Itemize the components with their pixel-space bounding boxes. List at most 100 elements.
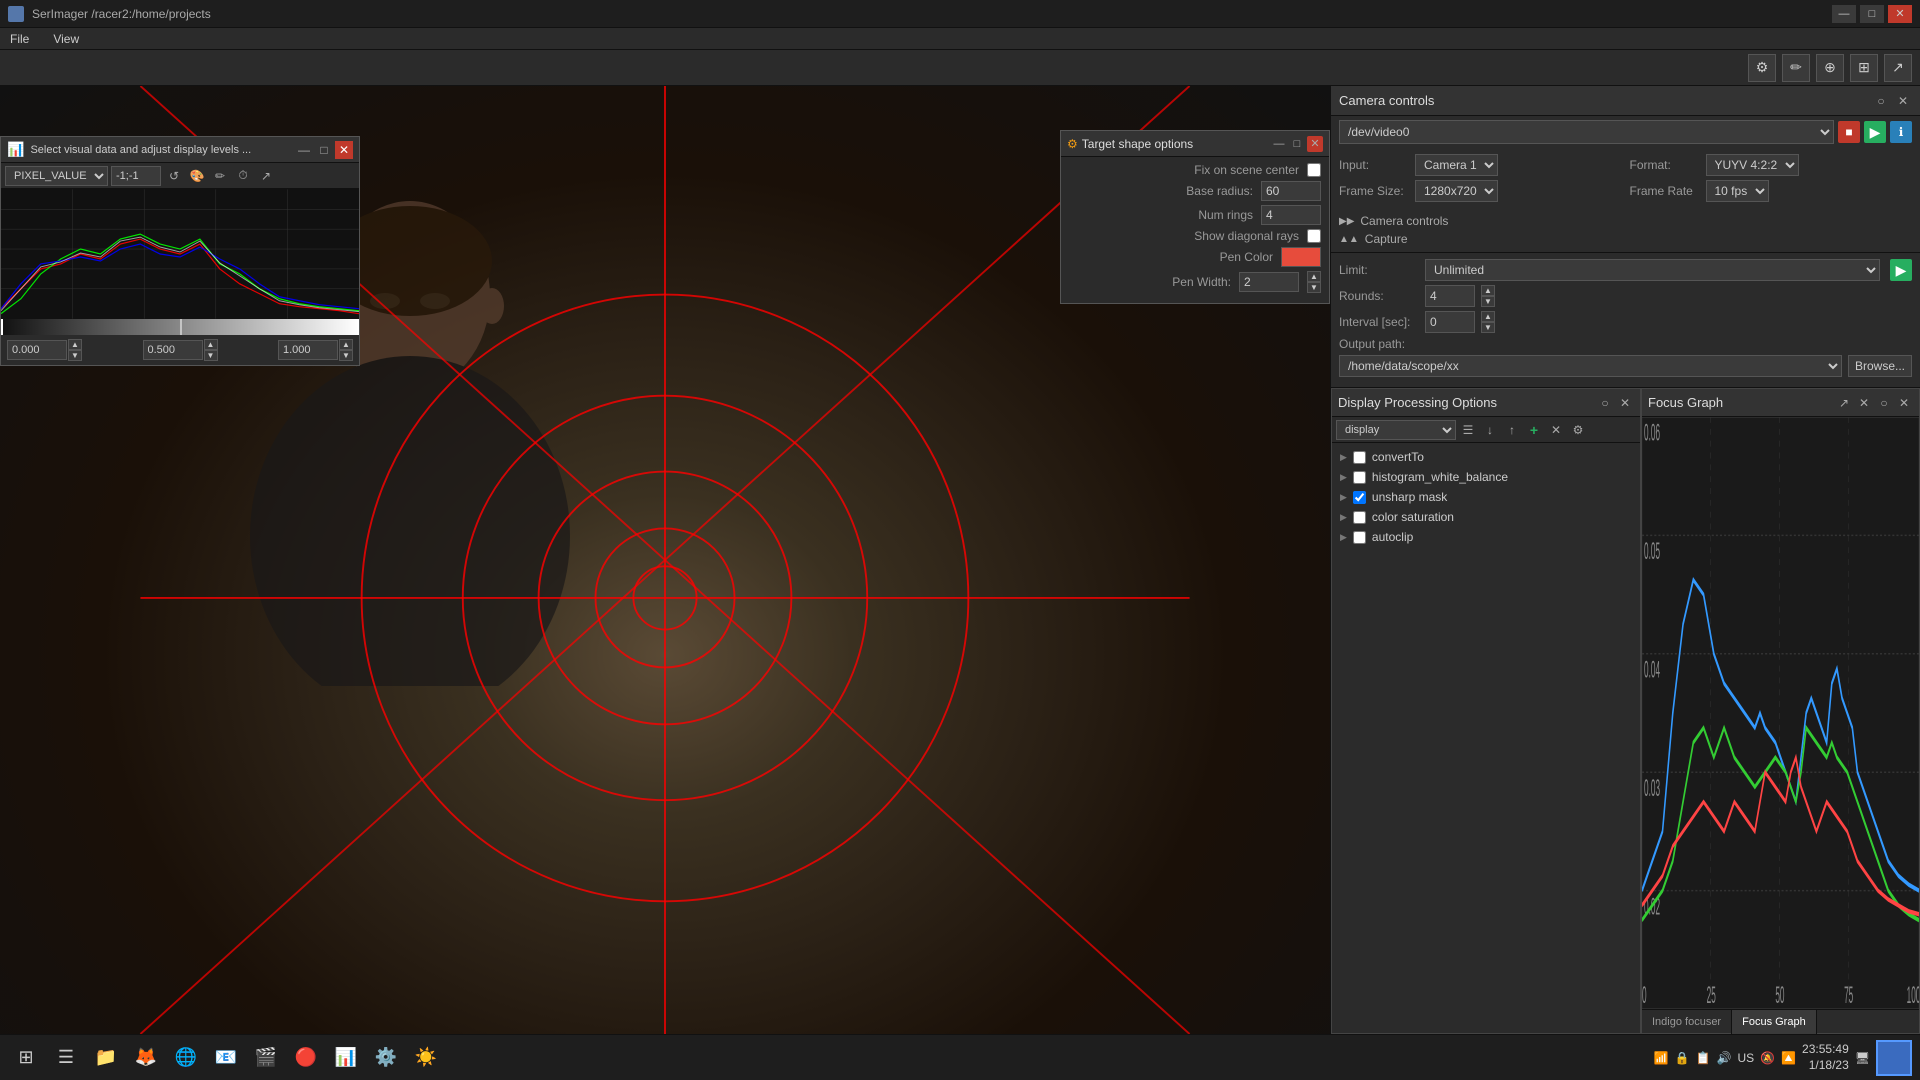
- frame-size-select[interactable]: 1280x720: [1415, 180, 1498, 202]
- dpo-check-1[interactable]: [1353, 471, 1366, 484]
- hist-close[interactable]: ✕: [335, 141, 353, 159]
- camera-controls-close[interactable]: ✕: [1894, 92, 1912, 110]
- dpo-item-1[interactable]: ▶ histogram_white_balance: [1332, 467, 1640, 487]
- fg-tab-focus-graph[interactable]: Focus Graph: [1732, 1010, 1817, 1034]
- histogram-slider[interactable]: [1, 319, 359, 335]
- taskbar-firefox[interactable]: 🦊: [128, 1040, 164, 1076]
- capture-expand[interactable]: ▲▲ Capture: [1339, 230, 1912, 248]
- taskbar-record[interactable]: 🔴: [288, 1040, 324, 1076]
- format-select[interactable]: YUYV 4:2:2: [1706, 154, 1799, 176]
- taskbar-settings[interactable]: ⚙️: [368, 1040, 404, 1076]
- output-path-select[interactable]: /home/data/scope/xx: [1339, 355, 1842, 377]
- fg-tab-indigo[interactable]: Indigo focuser: [1642, 1010, 1732, 1034]
- toolbar-target[interactable]: ⊕: [1816, 54, 1844, 82]
- hist-min-value[interactable]: [7, 340, 67, 360]
- hist-maximize[interactable]: □: [315, 141, 333, 159]
- hist-max-up[interactable]: ▲: [339, 339, 353, 350]
- pixel-coords-input[interactable]: [111, 166, 161, 186]
- taskbar-browser[interactable]: 🌐: [168, 1040, 204, 1076]
- dpo-item-2[interactable]: ▶ unsharp mask: [1332, 487, 1640, 507]
- hist-max-down[interactable]: ▼: [339, 350, 353, 361]
- dpo-remove-icon[interactable]: ✕: [1546, 420, 1566, 440]
- hist-color[interactable]: 🎨: [187, 166, 207, 186]
- menu-file[interactable]: File: [4, 30, 35, 48]
- hist-min-up[interactable]: ▲: [68, 339, 82, 350]
- info-button[interactable]: ℹ: [1890, 121, 1912, 143]
- hist-export[interactable]: ↗: [256, 166, 276, 186]
- dpo-list-icon[interactable]: ☰: [1458, 420, 1478, 440]
- show-diagonal-checkbox[interactable]: [1307, 229, 1321, 243]
- pen-width-input[interactable]: [1239, 272, 1299, 292]
- hist-minimize[interactable]: —: [295, 141, 313, 159]
- dpo-settings-icon[interactable]: ⚙: [1568, 420, 1588, 440]
- pen-width-down[interactable]: ▼: [1307, 282, 1321, 293]
- taskbar-files[interactable]: 📁: [88, 1040, 124, 1076]
- hist-max-value[interactable]: [278, 340, 338, 360]
- dpo-check-0[interactable]: [1353, 451, 1366, 464]
- toolbar-export[interactable]: ↗: [1884, 54, 1912, 82]
- taskbar-sun[interactable]: ☀️: [408, 1040, 444, 1076]
- hist-mid-down[interactable]: ▼: [204, 350, 218, 361]
- dpo-add-icon[interactable]: +: [1524, 420, 1544, 440]
- interval-input[interactable]: [1425, 311, 1475, 333]
- interval-down[interactable]: ▼: [1481, 322, 1495, 333]
- tsp-minimize[interactable]: —: [1271, 136, 1287, 152]
- dpo-item-0[interactable]: ▶ convertTo: [1332, 447, 1640, 467]
- taskbar-chart[interactable]: 📊: [328, 1040, 364, 1076]
- dpo-close[interactable]: ✕: [1616, 394, 1634, 412]
- hist-mid-value[interactable]: [143, 340, 203, 360]
- hist-refresh[interactable]: ↺: [164, 166, 184, 186]
- taskbar-menu[interactable]: ☰: [48, 1040, 84, 1076]
- fg-refresh[interactable]: ○: [1875, 394, 1893, 412]
- hist-mid-up[interactable]: ▲: [204, 339, 218, 350]
- dpo-down-icon[interactable]: ↓: [1480, 420, 1500, 440]
- fg-settings[interactable]: ✕: [1855, 394, 1873, 412]
- pixel-value-select[interactable]: PIXEL_VALUE: [5, 166, 108, 186]
- fg-export[interactable]: ↗: [1835, 394, 1853, 412]
- tsp-maximize[interactable]: □: [1289, 136, 1305, 152]
- rounds-input[interactable]: [1425, 285, 1475, 307]
- rounds-down[interactable]: ▼: [1481, 296, 1495, 307]
- base-radius-input[interactable]: [1261, 181, 1321, 201]
- start-capture-button[interactable]: ▶: [1890, 259, 1912, 281]
- dpo-check-2[interactable]: [1353, 491, 1366, 504]
- dpo-refresh[interactable]: ○: [1596, 394, 1614, 412]
- taskbar-media[interactable]: 🎬: [248, 1040, 284, 1076]
- dpo-check-4[interactable]: [1353, 531, 1366, 544]
- num-rings-input[interactable]: [1261, 205, 1321, 225]
- dpo-check-3[interactable]: [1353, 511, 1366, 524]
- pen-color-box[interactable]: [1281, 247, 1321, 267]
- dpo-select[interactable]: display: [1336, 420, 1456, 440]
- stop-button[interactable]: ■: [1838, 121, 1860, 143]
- minimize-button[interactable]: —: [1832, 5, 1856, 23]
- toolbar-grid[interactable]: ⊞: [1850, 54, 1878, 82]
- browse-button[interactable]: Browse...: [1848, 355, 1912, 377]
- maximize-button[interactable]: □: [1860, 5, 1884, 23]
- menu-view[interactable]: View: [47, 30, 85, 48]
- capture-section: Limit: Unlimited ▶ Rounds: ▲ ▼ Interval …: [1331, 252, 1920, 387]
- play-button[interactable]: ▶: [1864, 121, 1886, 143]
- dpo-item-4[interactable]: ▶ autoclip: [1332, 527, 1640, 547]
- rounds-up[interactable]: ▲: [1481, 285, 1495, 296]
- input-select[interactable]: Camera 1: [1415, 154, 1498, 176]
- toolbar-settings[interactable]: ⚙: [1748, 54, 1776, 82]
- tsp-close[interactable]: ✕: [1307, 136, 1323, 152]
- dpo-up-icon[interactable]: ↑: [1502, 420, 1522, 440]
- pen-width-up[interactable]: ▲: [1307, 271, 1321, 282]
- limit-select[interactable]: Unlimited: [1425, 259, 1880, 281]
- hist-pen[interactable]: ✏: [210, 166, 230, 186]
- fg-close[interactable]: ✕: [1895, 394, 1913, 412]
- hist-clock[interactable]: ⏱: [233, 166, 253, 186]
- camera-controls-minimize[interactable]: ○: [1872, 92, 1890, 110]
- frame-rate-select[interactable]: 10 fps: [1706, 180, 1769, 202]
- hist-min-down[interactable]: ▼: [68, 350, 82, 361]
- taskbar-email[interactable]: 📧: [208, 1040, 244, 1076]
- interval-up[interactable]: ▲: [1481, 311, 1495, 322]
- dpo-item-3[interactable]: ▶ color saturation: [1332, 507, 1640, 527]
- device-select[interactable]: /dev/video0: [1339, 120, 1834, 144]
- close-button[interactable]: ✕: [1888, 5, 1912, 23]
- camera-controls-expand[interactable]: ▶▶ Camera controls: [1339, 212, 1912, 230]
- toolbar-pen[interactable]: ✏: [1782, 54, 1810, 82]
- taskbar-start[interactable]: ⊞: [8, 1040, 44, 1076]
- fix-scene-center-checkbox[interactable]: [1307, 163, 1321, 177]
